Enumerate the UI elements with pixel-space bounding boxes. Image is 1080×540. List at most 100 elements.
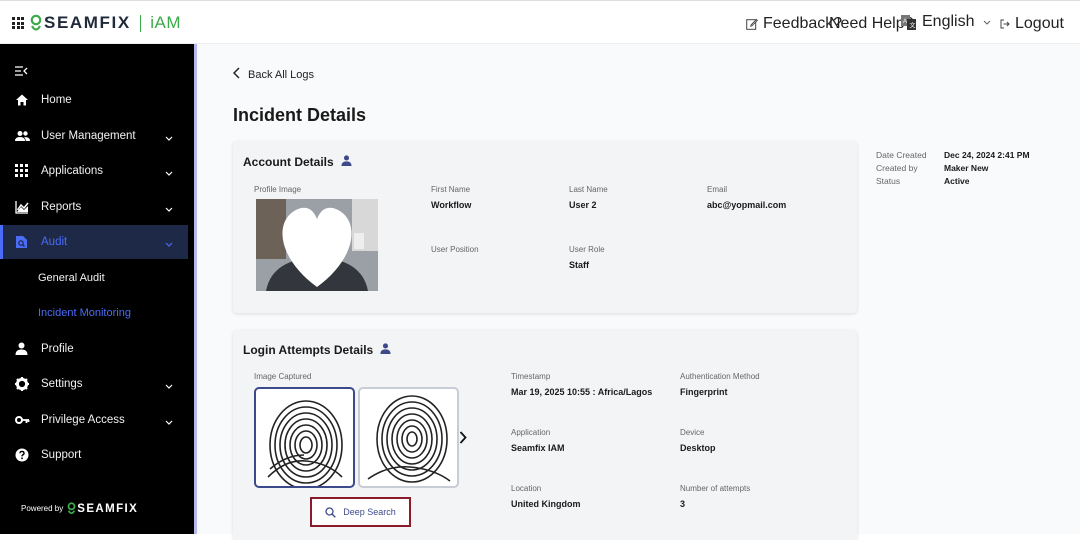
attempts-value: 3 <box>680 499 686 509</box>
created-by-label: Created by <box>876 162 918 173</box>
back-label: Back All Logs <box>248 68 315 81</box>
logout-label: Logout <box>1015 15 1064 32</box>
location-value: United Kingdom <box>511 499 581 509</box>
person-icon <box>380 343 391 357</box>
language-label: English <box>922 13 975 30</box>
login-attempts-title: Login Attempts Details <box>243 343 391 357</box>
users-icon <box>15 129 30 143</box>
main-content: Back All Logs Incident Details Account D… <box>194 44 1080 540</box>
status-value: Active <box>944 175 970 186</box>
auth-method-label: Authentication Method <box>680 372 760 381</box>
key-icon <box>15 413 30 427</box>
next-image-chevron-icon[interactable] <box>459 431 467 449</box>
deep-search-label: Deep Search <box>343 507 396 517</box>
sidebar-subitem-general-audit[interactable]: General Audit <box>38 272 105 284</box>
seamfix-pin-icon <box>67 502 76 515</box>
user-position-label: User Position <box>431 245 479 254</box>
chevron-down-icon <box>165 416 173 428</box>
sidebar-item-applications[interactable]: Applications <box>0 154 188 188</box>
sidebar: Home User Management Applications Report… <box>0 44 194 534</box>
help-circle-icon <box>15 448 29 462</box>
sidebar-item-label: Reports <box>41 201 82 213</box>
search-icon <box>325 506 337 518</box>
seamfix-pin-icon <box>30 14 42 32</box>
last-name-value: User 2 <box>569 200 597 210</box>
person-icon <box>341 155 352 169</box>
timestamp-label: Timestamp <box>511 372 551 381</box>
feedback-link[interactable]: Feedback? <box>746 15 842 33</box>
brand-logo[interactable]: SEAMFIX iAM <box>30 12 181 34</box>
attempts-label: Number of attempts <box>680 484 751 493</box>
powered-brand-logo: SEAMFIX <box>67 502 138 515</box>
sidebar-item-label: Settings <box>41 378 83 390</box>
svg-text:文: 文 <box>910 21 916 29</box>
card-title-label: Login Attempts Details <box>243 343 374 357</box>
incident-meta: Date Created Dec 24, 2024 2:41 PM Create… <box>876 148 1030 187</box>
back-link[interactable]: Back All Logs <box>232 67 315 82</box>
audit-icon <box>15 235 29 249</box>
sidebar-item-home[interactable]: Home <box>0 83 188 117</box>
logout-button[interactable]: Logout <box>1000 15 1064 33</box>
sidebar-subitem-incident-monitoring[interactable]: Incident Monitoring <box>38 307 131 319</box>
sidebar-item-label: Privilege Access <box>41 414 125 426</box>
powered-brand-name: SEAMFIX <box>77 502 139 515</box>
meta-row-status: Status Active <box>876 174 1030 187</box>
home-icon <box>15 93 29 107</box>
deep-search-button[interactable]: Deep Search <box>310 497 411 527</box>
timestamp-value: Mar 19, 2025 10:55 : Africa/Lagos <box>511 387 653 397</box>
location-label: Location <box>511 484 542 493</box>
edit-icon <box>746 18 758 30</box>
device-value: Desktop <box>680 443 716 453</box>
chevron-down-icon <box>983 20 991 25</box>
date-created-value: Dec 24, 2024 2:41 PM <box>944 149 1030 160</box>
reports-chart-icon <box>15 200 29 214</box>
profile-image-label: Profile Image <box>254 185 302 194</box>
apps-grid-icon <box>15 164 29 178</box>
logout-icon <box>1000 19 1010 29</box>
account-details-card: Account Details Profile Image First Name… <box>233 141 857 313</box>
sidebar-item-reports[interactable]: Reports <box>0 190 188 224</box>
application-value: Seamfix IAM <box>511 443 565 453</box>
collapse-menu-icon[interactable] <box>15 63 28 81</box>
brand-name: SEAMFIX <box>44 13 131 32</box>
chevron-down-icon <box>165 238 173 250</box>
card-title-label: Account Details <box>243 155 334 169</box>
powered-by: Powered by SEAMFIX <box>21 502 138 515</box>
sidebar-item-label: Support <box>41 449 82 461</box>
powered-by-label: Powered by <box>21 504 64 513</box>
date-created-label: Date Created <box>876 149 927 160</box>
user-role-label: User Role <box>569 245 605 254</box>
image-captured-label: Image Captured <box>254 372 312 381</box>
application-label: Application <box>511 428 551 437</box>
chevron-down-icon <box>165 167 173 179</box>
gear-icon <box>15 377 29 391</box>
page-title: Incident Details <box>233 105 367 125</box>
language-select[interactable]: A文 English <box>900 13 991 31</box>
sidebar-item-label: Audit <box>41 236 68 248</box>
last-name-label: Last Name <box>569 185 608 194</box>
sidebar-item-audit[interactable]: Audit <box>0 225 188 259</box>
sidebar-item-support[interactable]: Support <box>0 438 188 472</box>
sidebar-item-label: User Management <box>41 130 136 142</box>
first-name-label: First Name <box>431 185 471 194</box>
sidebar-item-user-management[interactable]: User Management <box>0 119 188 153</box>
chevron-down-icon <box>165 380 173 392</box>
fingerprint-image-2[interactable] <box>358 387 459 488</box>
apps-grid-icon[interactable] <box>12 17 24 29</box>
login-attempts-card: Login Attempts Details Image Captured De… <box>233 330 857 540</box>
sidebar-item-profile[interactable]: Profile <box>0 332 188 366</box>
profile-image <box>256 199 378 291</box>
sidebar-item-label: Home <box>41 94 72 106</box>
auth-method-value: Fingerprint <box>680 387 728 397</box>
email-value: abc@yopmail.com <box>707 200 787 210</box>
meta-row-date-created: Date Created Dec 24, 2024 2:41 PM <box>876 148 1030 161</box>
first-name-value: Workflow <box>431 200 472 210</box>
chevron-left-icon <box>232 67 240 82</box>
sidebar-item-settings[interactable]: Settings <box>0 367 188 401</box>
sidebar-item-privilege-access[interactable]: Privilege Access <box>0 403 188 437</box>
svg-text:A: A <box>903 19 907 25</box>
status-label: Status <box>876 175 901 186</box>
chevron-down-icon <box>165 203 173 215</box>
fingerprint-image-1[interactable] <box>254 387 355 488</box>
device-label: Device <box>680 428 705 437</box>
